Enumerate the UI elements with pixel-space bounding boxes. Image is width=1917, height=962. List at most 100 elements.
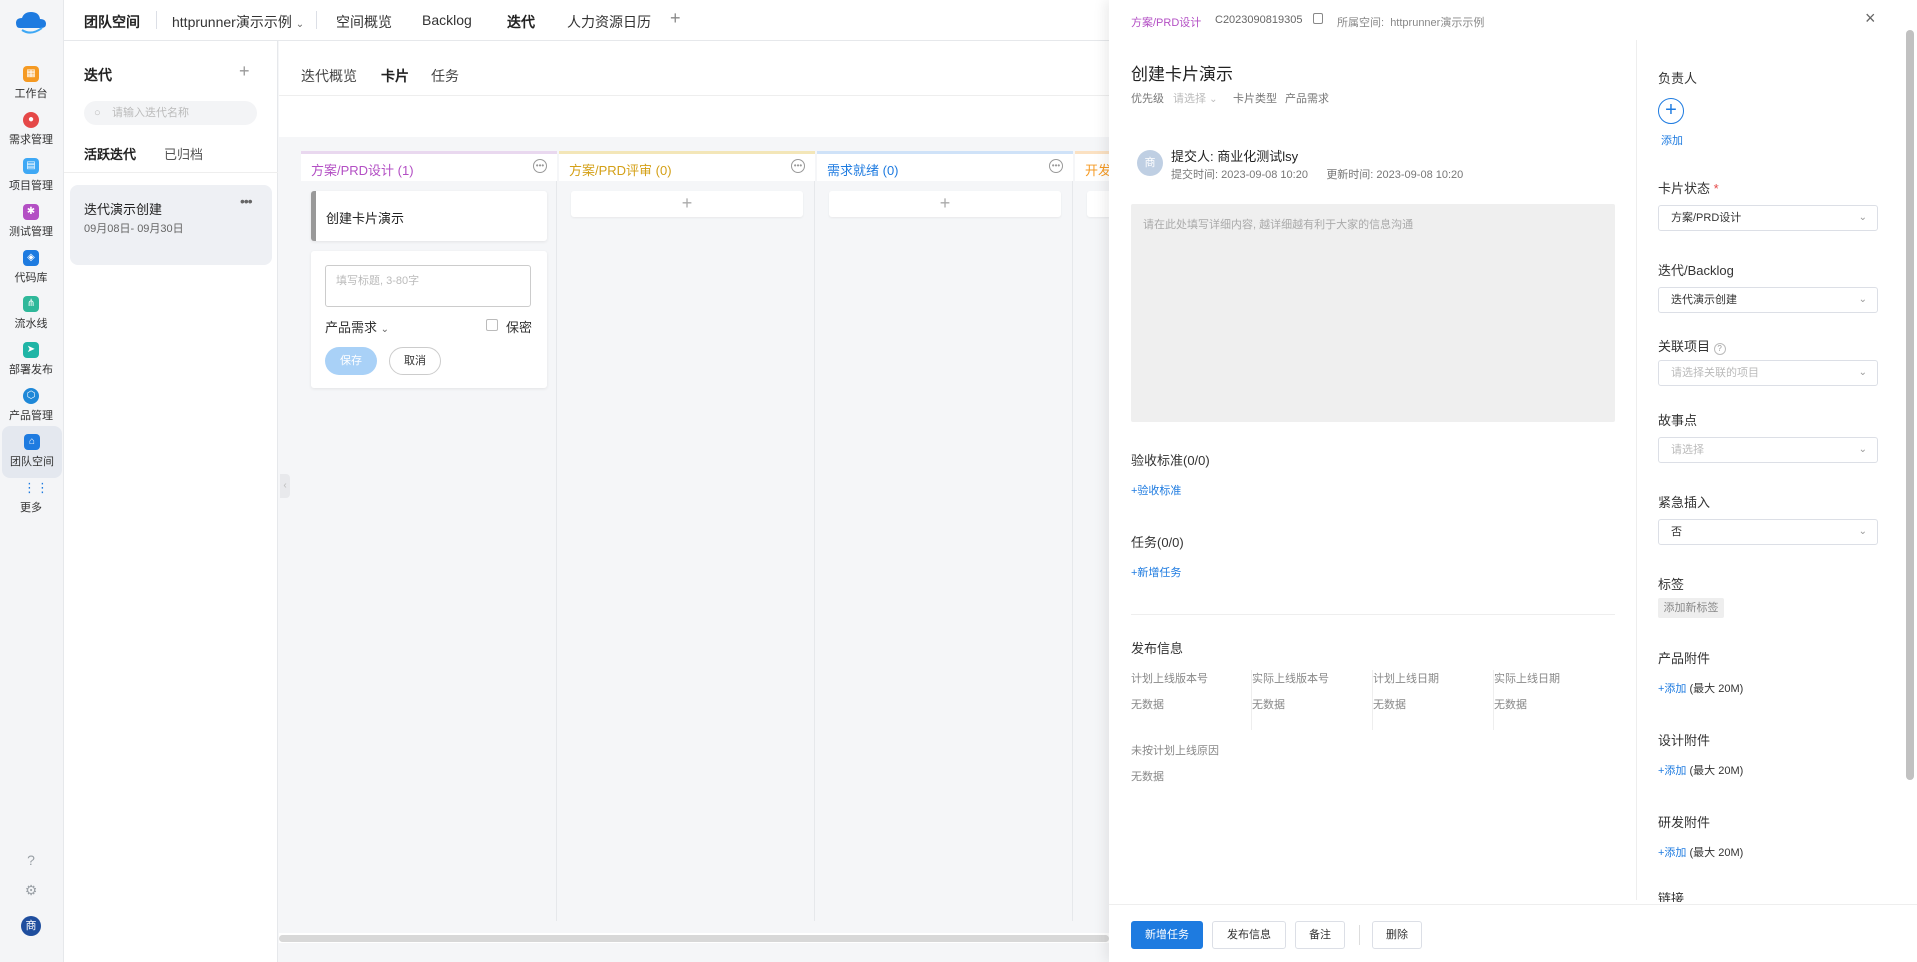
collapse-panel-handle[interactable]: ‹	[280, 474, 290, 498]
add-tab-icon[interactable]: +	[670, 8, 681, 29]
remark-button[interactable]: 备注	[1295, 921, 1345, 949]
project-selector[interactable]: httprunner演示示例 ⌄	[172, 12, 304, 32]
dev-attachment: +添加 (最大 20M)	[1658, 847, 1744, 859]
secret-checkbox[interactable]	[486, 319, 498, 331]
chevron-down-icon: ⌄	[1858, 444, 1867, 455]
card-type-label: 卡片类型	[1233, 93, 1277, 105]
story-points-select[interactable]: 请选择 ⌄	[1658, 437, 1878, 463]
rail-item-requirements[interactable]: ● 需求管理	[0, 104, 62, 156]
cancel-button[interactable]: 取消	[389, 347, 441, 375]
release-info-button[interactable]: 发布信息	[1212, 921, 1286, 949]
add-owner-button[interactable]: +	[1658, 98, 1684, 124]
iteration-dates: 09月08日- 09月30日	[84, 223, 184, 235]
more-icon[interactable]: •••	[533, 159, 547, 173]
add-tag-button[interactable]: 添加新标签	[1658, 598, 1724, 618]
design-attachment-label: 设计附件	[1658, 733, 1711, 748]
urgent-select[interactable]: 否 ⌄	[1658, 519, 1878, 545]
owner-label: 负责人	[1658, 71, 1698, 86]
status-select[interactable]: 方案/PRD设计 ⌄	[1658, 205, 1878, 231]
team-space-icon: ⌂	[24, 434, 40, 450]
nav-hr-calendar[interactable]: 人力资源日历	[567, 12, 651, 32]
tab-archived[interactable]: 已归档	[164, 144, 203, 163]
rail-item-team-space[interactable]: ⌂ 团队空间	[2, 426, 62, 478]
column-header: 需求就绪 (0) •••	[817, 151, 1073, 181]
rail-item-testing[interactable]: ✱ 测试管理	[0, 196, 62, 248]
column-header: 方案/PRD设计 (1) •••	[301, 151, 557, 181]
user-avatar[interactable]: 商	[21, 916, 41, 936]
rail-item-more[interactable]: ⋮⋮ 更多	[0, 472, 62, 524]
card-detail-drawer: 方案/PRD设计 C2023090819305 所属空间: httprunner…	[1109, 0, 1917, 962]
board-column: 方案/PRD评审 (0) ••• +	[559, 151, 815, 921]
tasks-title: 任务(0/0)	[1131, 535, 1184, 550]
kanban-board: 方案/PRD设计 (1) ••• 创建卡片演示 产品需求 ⌄ 保密 保存 取消 …	[279, 137, 1109, 937]
board-column: 需求就绪 (0) ••• +	[817, 151, 1073, 921]
nav-backlog[interactable]: Backlog	[422, 12, 472, 28]
tab-iteration-overview[interactable]: 迭代概览	[301, 66, 357, 86]
add-acceptance-link[interactable]: +验收标准	[1131, 482, 1181, 498]
add-card-button[interactable]: +	[571, 191, 803, 217]
add-attachment-link[interactable]: +添加	[1658, 765, 1686, 777]
card-title[interactable]: 创建卡片演示	[1131, 60, 1233, 85]
tab-active-iterations[interactable]: 活跃迭代	[84, 144, 136, 163]
iteration-item[interactable]: 迭代演示创建 09月08日- 09月30日 •••	[70, 185, 272, 265]
add-card-button[interactable]: +	[829, 191, 1061, 217]
settings-icon[interactable]: ⚙	[0, 882, 62, 899]
help-icon[interactable]: ?	[0, 852, 62, 868]
add-card-button[interactable]	[1087, 191, 1109, 217]
unplanned-value: 无数据	[1131, 771, 1164, 783]
divider	[1131, 614, 1615, 615]
new-task-button[interactable]: 新增任务	[1131, 921, 1203, 949]
add-iteration-icon[interactable]: +	[239, 61, 250, 82]
copy-icon[interactable]	[1313, 13, 1323, 24]
chevron-down-icon: ⌄	[1858, 367, 1867, 378]
column-title: 方案/PRD设计 (1)	[311, 163, 414, 178]
rail-item-products[interactable]: ⬡ 产品管理	[0, 380, 62, 432]
priority-select[interactable]: 请选择 ⌄	[1173, 90, 1217, 106]
scrollbar-thumb[interactable]	[279, 935, 1109, 942]
rail-item-deploy[interactable]: ➤ 部署发布	[0, 334, 62, 386]
description-editor[interactable]: 请在此处填写详细内容, 越详细越有利于大家的信息沟通	[1131, 204, 1615, 422]
iteration-search-input[interactable]: ○ 请输入迭代名称	[84, 101, 257, 125]
add-task-link[interactable]: +新增任务	[1131, 564, 1181, 580]
iteration-select[interactable]: 迭代演示创建 ⌄	[1658, 287, 1878, 313]
nav-iteration[interactable]: 迭代	[507, 12, 535, 32]
space-title: 团队空间	[84, 14, 140, 30]
release-field: 计划上线版本号 无数据	[1131, 670, 1252, 730]
card-title-input[interactable]	[325, 265, 531, 307]
rail-item-pipeline[interactable]: ⋔ 流水线	[0, 288, 62, 340]
add-attachment-link[interactable]: +添加	[1658, 847, 1686, 859]
drawer-header: 方案/PRD设计 C2023090819305 所属空间: httprunner…	[1109, 0, 1917, 40]
pipeline-icon: ⋔	[23, 296, 39, 312]
more-icon[interactable]: •••	[791, 159, 805, 173]
board-card[interactable]: 创建卡片演示	[311, 191, 547, 241]
divider	[156, 11, 157, 29]
rail-item-repo[interactable]: ◈ 代码库	[0, 242, 62, 294]
add-attachment-link[interactable]: +添加	[1658, 683, 1686, 695]
drawer-scrollbar[interactable]	[1906, 30, 1914, 780]
add-owner-label[interactable]: 添加	[1661, 132, 1683, 148]
help-icon[interactable]: ?	[1713, 343, 1726, 355]
column-title: 开发	[1085, 163, 1109, 178]
nav-space-overview[interactable]: 空间概览	[336, 12, 392, 32]
app-logo[interactable]	[14, 8, 48, 38]
save-button[interactable]: 保存	[325, 347, 377, 375]
rail-item-workbench[interactable]: ▦ 工作台	[0, 58, 62, 110]
more-icon[interactable]: •••	[240, 193, 253, 209]
rail-item-projects[interactable]: ▤ 项目管理	[0, 150, 62, 202]
close-icon[interactable]: ×	[1865, 8, 1876, 29]
project-select[interactable]: 请选择关联的项目 ⌄	[1658, 360, 1878, 386]
tab-tasks[interactable]: 任务	[431, 66, 459, 86]
release-field: 实际上线日期 无数据	[1494, 673, 1560, 711]
delete-button[interactable]: 删除	[1372, 921, 1422, 949]
product-attachment-label: 产品附件	[1658, 651, 1711, 666]
divider	[316, 11, 317, 29]
board-column: 开发	[1075, 151, 1109, 921]
tab-cards[interactable]: 卡片	[381, 66, 409, 86]
release-field: 实际上线版本号 无数据	[1252, 670, 1373, 730]
iteration-panel: 迭代 + ○ 请输入迭代名称 活跃迭代 已归档 迭代演示创建 09月08日- 0…	[64, 41, 278, 962]
board-horizontal-scrollbar[interactable]	[279, 933, 1109, 943]
dev-attachment-label: 研发附件	[1658, 815, 1711, 830]
more-icon[interactable]: •••	[1049, 159, 1063, 173]
grid-icon: ⋮⋮	[23, 480, 49, 495]
card-type-select[interactable]: 产品需求 ⌄	[325, 317, 389, 336]
